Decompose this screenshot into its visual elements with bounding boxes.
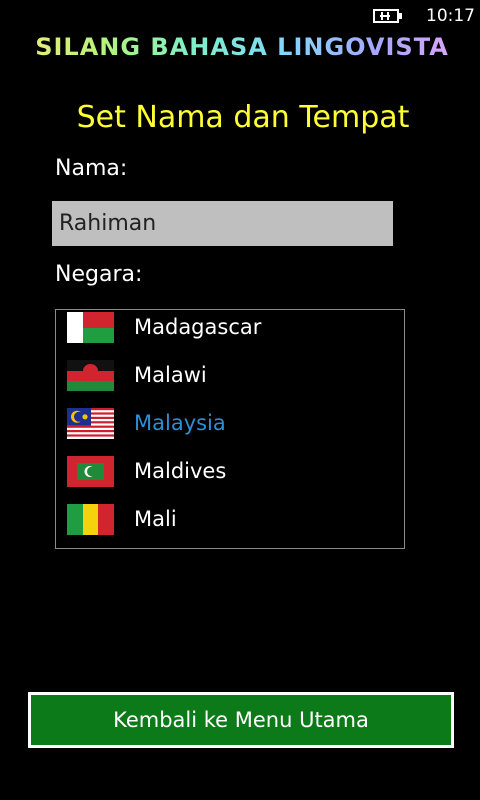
country-list[interactable]: Madagascar Malawi Malaysia Maldives Mali: [55, 309, 405, 549]
country-name: Malaysia: [134, 411, 226, 435]
malawi-flag-icon: [67, 359, 114, 391]
page-title: Set Nama dan Tempat: [76, 100, 410, 135]
country-name: Mali: [134, 507, 177, 531]
madagascar-flag-icon: [67, 311, 114, 343]
country-name: Maldives: [134, 459, 227, 483]
country-item-malawi[interactable]: Malawi: [56, 351, 404, 399]
name-input[interactable]: Rahiman: [52, 201, 393, 246]
malaysia-flag-icon: [67, 407, 114, 439]
country-name: Malawi: [134, 363, 207, 387]
country-name: Madagascar: [134, 315, 262, 339]
country-item-maldives[interactable]: Maldives: [56, 447, 404, 495]
maldives-flag-icon: [67, 455, 114, 487]
country-item-mali[interactable]: Mali: [56, 495, 404, 543]
country-item-madagascar[interactable]: Madagascar: [56, 310, 404, 351]
status-bar: 10:17: [0, 0, 480, 32]
country-item-malaysia[interactable]: Malaysia: [56, 399, 404, 447]
mali-flag-icon: [67, 503, 114, 535]
back-to-main-menu-button[interactable]: Kembali ke Menu Utama: [28, 692, 454, 748]
status-time: 10:17: [426, 6, 475, 26]
app-title: SILANG BAHASA LINGOVISTA: [0, 33, 480, 61]
country-label: Negara:: [55, 262, 143, 287]
battery-charging-icon: [373, 9, 402, 23]
name-label: Nama:: [55, 156, 128, 181]
